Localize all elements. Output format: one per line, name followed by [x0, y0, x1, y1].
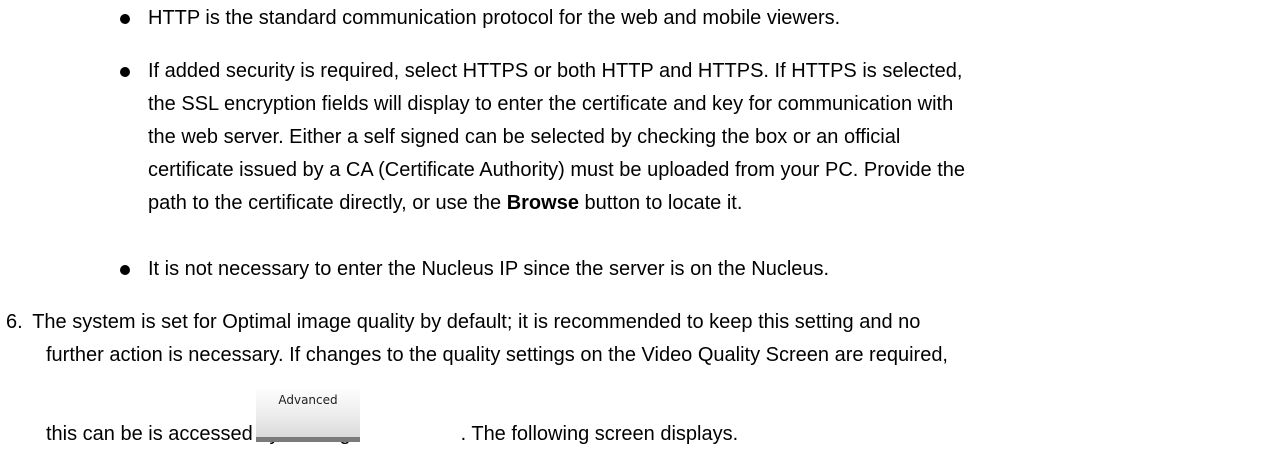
bullet-http: HTTP is the standard communication proto… [148, 7, 841, 29]
step-text: The system is set for Optimal image qual… [32, 311, 921, 333]
bullet-https-line: certificate issued by a CA (Certificate … [148, 159, 966, 181]
bullet-https-line: path to the certificate directly, or use… [148, 187, 1228, 220]
step-6-line: this can be is accessed by clicking. The… [46, 418, 1279, 451]
step-6-line: further action is necessary. If changes … [46, 344, 948, 366]
bullet-dot [120, 67, 130, 77]
browse-keyword: Browse [506, 192, 579, 214]
bullet-https: If added security is required, select HT… [148, 55, 1228, 220]
bullet-https-line: the SSL encryption fields will display t… [148, 93, 954, 115]
bullet-https-line: If added security is required, select HT… [148, 60, 963, 82]
bullet-nucleus: It is not necessary to enter the Nucleus… [148, 258, 830, 280]
step-6-line: 6. The system is set for Optimal image q… [6, 306, 1266, 339]
text-segment: path to the certificate directly, or use… [148, 192, 507, 214]
bullet-dot [120, 14, 130, 24]
bullet-https-line: the web server. Either a self signed can… [148, 126, 901, 148]
advanced-button[interactable]: Advanced [256, 389, 360, 442]
step-number: 6. [6, 311, 23, 333]
bullet-dot [120, 265, 130, 275]
text-segment: button to locate it. [578, 192, 743, 214]
step-text: . The following screen displays. [460, 423, 739, 445]
